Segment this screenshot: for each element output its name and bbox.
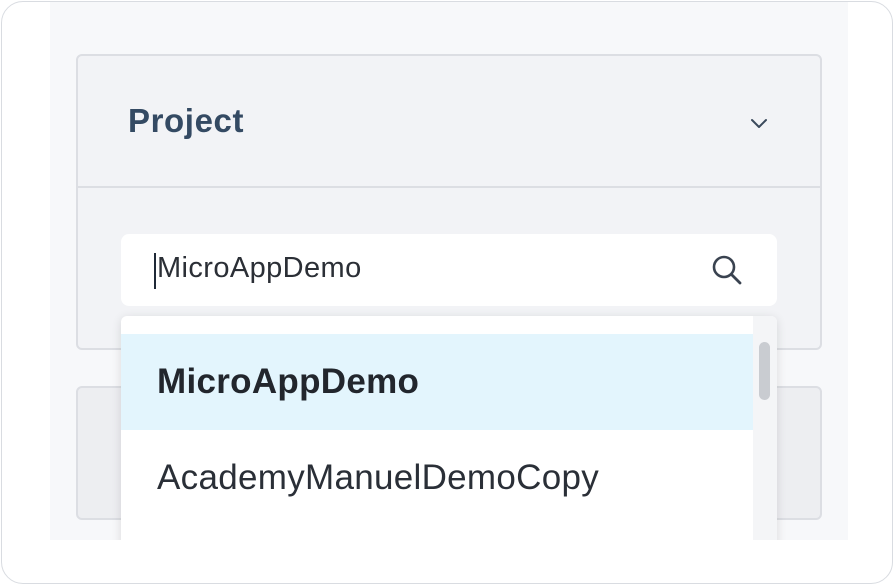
chevron-down-icon[interactable] [748, 112, 770, 134]
window-frame: Project MicroAppDemo MicroAppDemo Academ… [1, 1, 893, 584]
scrollbar-thumb[interactable] [759, 342, 770, 400]
dropdown-option-microappdemo[interactable]: MicroAppDemo [121, 334, 753, 430]
dropdown-option-academymanueldemocopy[interactable]: AcademyManuelDemoCopy [121, 430, 753, 526]
search-input[interactable]: MicroAppDemo [121, 234, 777, 306]
search-input-value: MicroAppDemo [157, 252, 362, 284]
search-icon[interactable] [709, 252, 745, 288]
panel-title: Project [128, 102, 245, 139]
content-area: Project MicroAppDemo MicroAppDemo Academ… [50, 2, 848, 540]
project-panel-header[interactable]: Project [78, 56, 820, 188]
project-dropdown-list: MicroAppDemo AcademyManuelDemoCopy [121, 316, 777, 540]
dropdown-scrollbar[interactable] [753, 316, 777, 540]
text-cursor [154, 253, 156, 289]
